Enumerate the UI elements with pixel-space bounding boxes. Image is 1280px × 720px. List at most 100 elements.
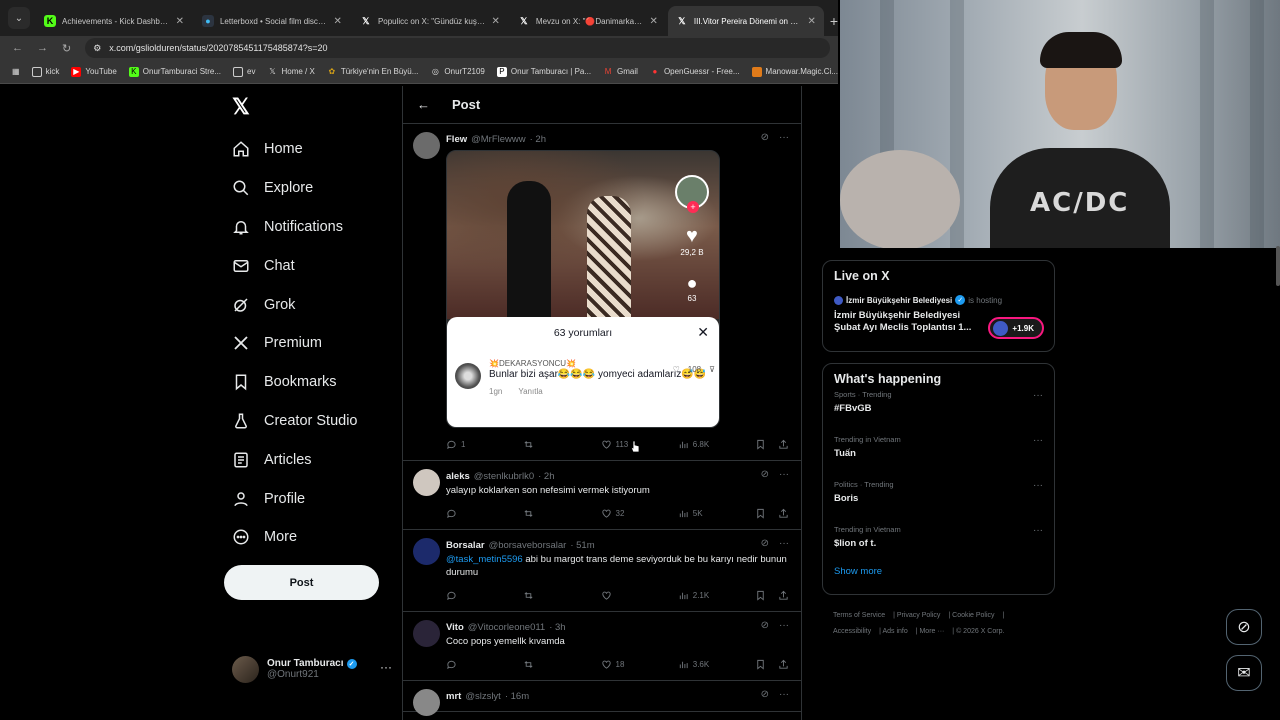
nav-creator-studio[interactable]: Creator Studio <box>224 402 358 441</box>
tweet-time[interactable]: · 2h <box>538 471 554 482</box>
close-tab-icon[interactable]: ✕ <box>492 16 500 27</box>
tweet-author-name[interactable]: Flew <box>446 134 467 145</box>
repost-button[interactable] <box>523 659 563 670</box>
bookmark-item[interactable]: ✿ Türkiye'nin En Büyü... <box>327 67 418 77</box>
nav-premium[interactable]: Premium <box>224 324 358 363</box>
repost-button[interactable] <box>523 590 563 601</box>
more-dots-icon[interactable]: ··· <box>1033 390 1043 401</box>
nav-home[interactable]: Home <box>224 130 358 169</box>
tweet-time[interactable]: · 3h <box>549 622 565 633</box>
avatar[interactable] <box>413 538 440 565</box>
nav-bookmarks[interactable]: Bookmarks <box>224 363 358 402</box>
bookmark-item[interactable]: 𝕏 Home / X <box>267 67 315 77</box>
browser-tab-active[interactable]: 𝕏 III.Vitor Pereira Dönemi on X: " ✕ <box>667 6 824 36</box>
nav-grok[interactable]: Grok <box>224 285 358 324</box>
views-button[interactable]: 6.8K <box>678 439 718 450</box>
share-icon[interactable] <box>778 590 789 601</box>
more-dots-icon[interactable]: ··· <box>779 689 789 700</box>
views-button[interactable]: 3.6K <box>678 659 718 670</box>
bookmark-item[interactable]: Manowar.Magic.Ci... <box>751 66 838 77</box>
grok-icon[interactable]: ⊘ <box>761 469 769 480</box>
bookmark-item[interactable]: K OnurTamburaci Stre... <box>128 66 221 77</box>
tweet-time[interactable]: · 16m <box>505 691 529 702</box>
tweet-author-handle[interactable]: @borsaveborsalar <box>489 540 567 551</box>
grok-icon[interactable]: ⊘ <box>761 689 769 700</box>
close-tab-icon[interactable]: ✕ <box>334 16 342 27</box>
browser-tab[interactable]: ● Letterboxd • Social film discove ✕ <box>194 6 350 36</box>
grok-icon[interactable]: ⊘ <box>761 538 769 549</box>
reply-tweet[interactable]: Flew @MrFlewww · 2h ⊘ ··· + ♥ 29,2 B ● 63 6… <box>403 124 801 461</box>
tweet-author-handle[interactable]: @MrFlewww <box>471 134 526 145</box>
browser-tab[interactable]: 𝕏 Populicc on X: "Gündüz kuşağı ✕ <box>352 6 508 36</box>
avatar[interactable] <box>413 620 440 647</box>
like-button[interactable] <box>601 590 641 601</box>
repost-button[interactable] <box>523 508 563 519</box>
live-on-x-card[interactable]: Live on X İzmir Büyükşehir Belediyesi ✓ … <box>822 260 1055 352</box>
avatar[interactable] <box>413 469 440 496</box>
tweet-author-name[interactable]: mrt <box>446 691 461 702</box>
bookmark-item[interactable]: kick <box>31 66 59 77</box>
bookmark-item[interactable]: ◎ OnurT2109 <box>430 67 485 77</box>
back-arrow-icon[interactable]: ← <box>417 97 430 112</box>
like-button[interactable]: 18 <box>601 659 641 670</box>
bookmark-icon[interactable] <box>755 659 766 670</box>
share-icon[interactable] <box>778 659 789 670</box>
more-dots-icon[interactable]: ··· <box>1033 525 1043 536</box>
like-button[interactable]: 32 <box>601 508 641 519</box>
back-arrow-icon[interactable]: ← <box>12 42 23 54</box>
bookmark-item[interactable]: ● OpenGuessr - Free... <box>650 67 740 77</box>
reload-icon[interactable]: ↻ <box>62 42 71 55</box>
footer-link[interactable]: More ··· <box>919 628 944 635</box>
account-switcher[interactable]: Onur Tamburacı ✓ @Onurt921 ··· <box>232 654 392 684</box>
reply-tweet[interactable]: mrt @slzslyt · 16m ⊘ ··· <box>403 681 801 716</box>
x-logo-icon[interactable]: 𝕏 <box>232 94 250 120</box>
more-dots-icon[interactable]: ··· <box>1033 435 1043 446</box>
reply-tweet[interactable]: Vito @Vitocorleone011 · 3h ⊘ ··· Coco pop… <box>403 612 801 681</box>
live-listener-badge[interactable]: +1.9K <box>988 317 1044 339</box>
reply-button[interactable]: 1 <box>446 439 486 450</box>
avatar[interactable] <box>413 689 440 716</box>
grok-fab[interactable]: ⊘ <box>1226 609 1262 645</box>
reply-button[interactable] <box>446 590 486 601</box>
more-dots-icon[interactable]: ··· <box>779 538 789 549</box>
browser-tab[interactable]: 𝕏 Mevzu on X: "🔴Danimarka He ✕ <box>510 6 666 36</box>
more-dots-icon[interactable]: ··· <box>779 620 789 631</box>
tweet-author-name[interactable]: aleks <box>446 471 470 482</box>
bookmark-item[interactable]: ▶ YouTube <box>71 66 117 77</box>
repost-button[interactable] <box>523 439 563 450</box>
reply-tweet[interactable]: Borsalar @borsaveborsalar · 51m ⊘ ··· @ta… <box>403 530 801 612</box>
nav-notifications[interactable]: Notifications <box>224 208 358 247</box>
bookmark-item[interactable]: P Onur Tamburacı | Pa... <box>496 66 591 77</box>
more-dots-icon[interactable]: ··· <box>380 660 392 674</box>
apps-icon[interactable]: ▦ <box>12 67 20 76</box>
page-scrollbar[interactable] <box>1276 246 1280 286</box>
tab-search-button[interactable]: ⌄ <box>8 7 30 29</box>
tweet-author-handle[interactable]: @Vitocorleone011 <box>468 622 545 633</box>
browser-tab[interactable]: K Achievements - Kick Dashboard ✕ <box>36 6 192 36</box>
close-tab-icon[interactable]: ✕ <box>176 16 184 27</box>
reply-button[interactable] <box>446 508 486 519</box>
bookmark-item[interactable]: ev <box>233 66 255 77</box>
share-icon[interactable] <box>778 439 789 450</box>
post-button[interactable]: Post <box>224 565 379 600</box>
bookmark-icon[interactable] <box>755 439 766 450</box>
live-event-title[interactable]: İzmir Büyükşehir Belediyesi Şubat Ayı Me… <box>834 310 984 334</box>
trend-item[interactable]: Politics · Trending Boris ··· <box>834 480 1043 521</box>
more-dots-icon[interactable]: ··· <box>779 469 789 480</box>
footer-link[interactable]: Ads info <box>882 628 907 635</box>
footer-link[interactable]: Cookie Policy <box>952 612 994 619</box>
bookmark-icon[interactable] <box>755 508 766 519</box>
site-info-icon[interactable]: ⚙ <box>93 43 101 54</box>
tweet-media[interactable]: + ♥ 29,2 B ● 63 63 yorumları ✕ 💥DEKARASYON… <box>446 150 720 428</box>
nav-articles[interactable]: Articles <box>224 440 358 479</box>
tweet-author-name[interactable]: Borsalar <box>446 540 485 551</box>
address-bar[interactable]: ⚙ x.com/gsliolduren/status/2020785451175… <box>85 38 830 58</box>
views-button[interactable]: 5K <box>678 508 718 519</box>
more-dots-icon[interactable]: ··· <box>1033 480 1043 491</box>
nav-more[interactable]: More <box>224 518 358 557</box>
footer-link[interactable]: Accessibility <box>833 628 871 635</box>
bookmark-item[interactable]: M Gmail <box>603 67 638 77</box>
tweet-time[interactable]: · 51m <box>570 540 594 551</box>
messages-fab[interactable]: ✉ <box>1226 655 1262 691</box>
tweet-author-handle[interactable]: @slzslyt <box>465 691 501 702</box>
